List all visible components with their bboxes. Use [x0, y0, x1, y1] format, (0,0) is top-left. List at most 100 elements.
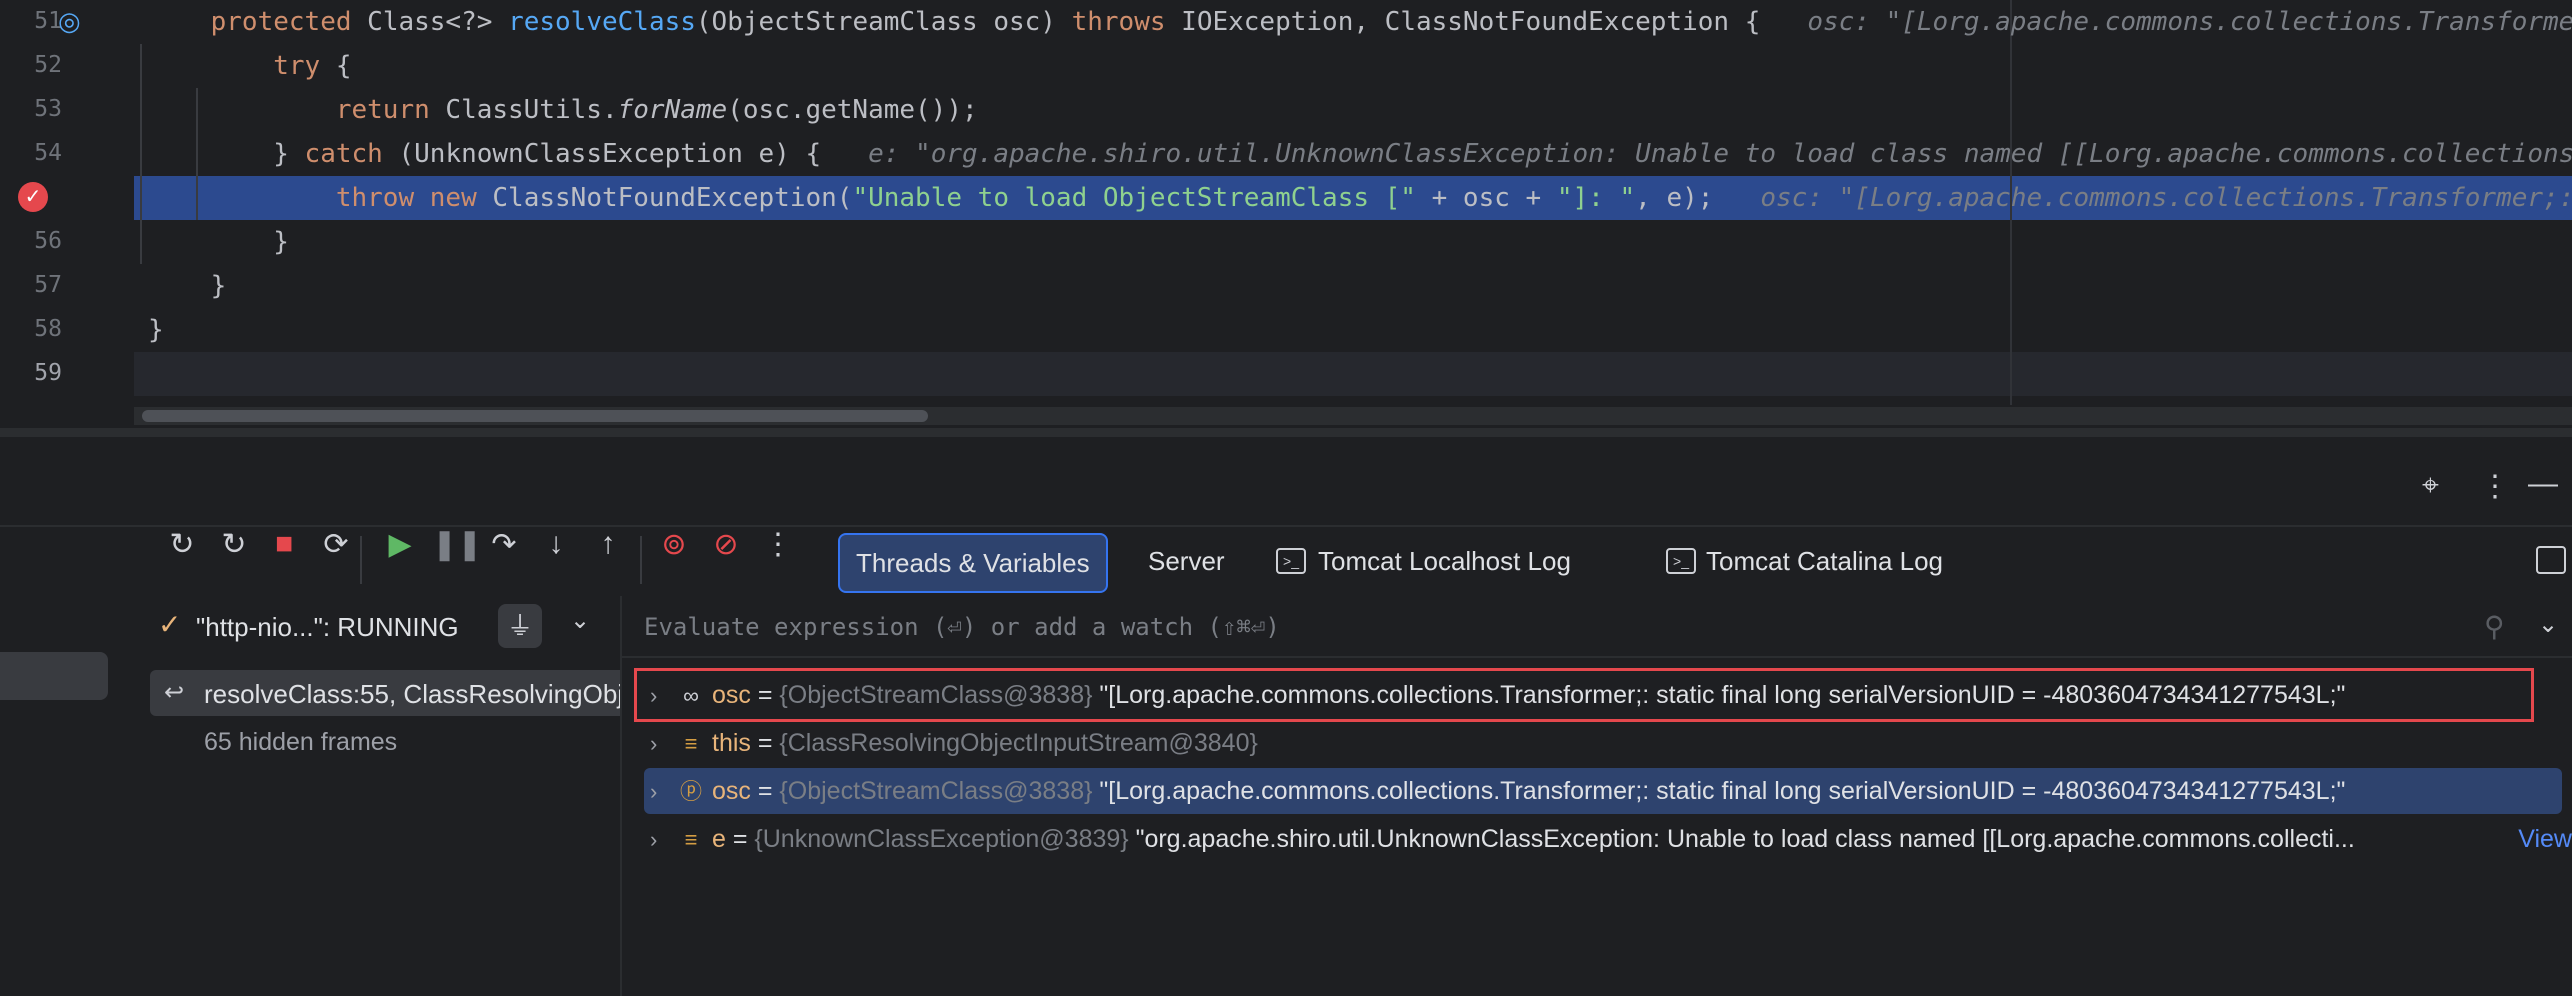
variable-value: "[Lorg.apache.commons.collections.Transf…: [1092, 681, 2346, 709]
editor-bottom-border: [0, 428, 2572, 437]
layout-icon[interactable]: [2536, 546, 2566, 574]
step-over-icon[interactable]: ↷: [484, 527, 524, 562]
code-token: try: [273, 51, 321, 81]
line-number[interactable]: 52: [12, 52, 62, 78]
more-options-icon[interactable]: ⋮: [2480, 469, 2510, 504]
variable-type: {UnknownClassException@3839}: [754, 825, 1129, 853]
line-number[interactable]: 58: [12, 316, 62, 342]
equals-sign: =: [750, 729, 780, 757]
variable-row[interactable]: › ≡ e = {UnknownClassException@3839} "org.…: [622, 816, 2572, 862]
step-into-icon[interactable]: ↓: [536, 527, 576, 561]
parameter-icon: ⓟ: [679, 779, 702, 804]
code-token: Class<?>: [351, 7, 509, 37]
restart-icon[interactable]: ⟳: [316, 527, 356, 562]
rerun-debug-icon[interactable]: ↻: [214, 527, 254, 562]
resume-icon[interactable]: ▶: [380, 527, 420, 562]
chevron-right-icon[interactable]: ›: [650, 769, 676, 814]
step-out-icon[interactable]: ↑: [588, 527, 628, 561]
chevron-right-icon[interactable]: ›: [650, 817, 676, 862]
line-number[interactable]: 51: [12, 8, 62, 34]
code-line[interactable]: }: [148, 308, 164, 352]
line-number[interactable]: 57: [12, 272, 62, 298]
code-line[interactable]: }: [148, 264, 227, 308]
line-number[interactable]: 56: [12, 228, 62, 254]
line-number[interactable]: 54: [12, 140, 62, 166]
pause-icon[interactable]: ❚❚: [432, 527, 482, 562]
watch-glasses-icon: ∞: [683, 683, 699, 708]
variable-name: this: [712, 729, 751, 757]
toolbar-divider: [360, 536, 362, 584]
code-token: catch: [304, 139, 383, 169]
variable-name: osc: [712, 681, 751, 709]
hidden-frames-label[interactable]: 65 hidden frames: [204, 728, 397, 757]
line-gutter[interactable]: 51 52 53 54 56 57 58 59: [0, 0, 134, 437]
tab-tomcat-catalina-log[interactable]: Tomcat Catalina Log: [1706, 533, 1943, 589]
variable-value: "[Lorg.apache.commons.collections.Transf…: [1092, 777, 2346, 805]
code-line[interactable]: } catch (UnknownClassException e) { e: "…: [148, 132, 2572, 176]
indent-guide: [140, 44, 142, 264]
equals-sign: =: [750, 681, 780, 709]
line-number[interactable]: 53: [12, 96, 62, 122]
panel-header: [0, 437, 2572, 527]
chevron-right-icon[interactable]: ›: [650, 673, 676, 718]
equals-sign: =: [725, 825, 755, 853]
code-token: new: [429, 183, 477, 213]
code-line[interactable]: throw new ClassNotFoundException("Unable…: [148, 176, 2572, 220]
override-icon[interactable]: ◎: [58, 6, 81, 37]
code-token: }: [148, 271, 227, 301]
thread-selector[interactable]: ✓ "http-nio...": RUNNING ⏚ ⌄: [134, 600, 614, 656]
stop-icon[interactable]: ■: [264, 527, 304, 561]
horizontal-scrollbar-thumb[interactable]: [142, 410, 928, 422]
tab-tomcat-localhost-log[interactable]: Tomcat Localhost Log: [1318, 533, 1571, 589]
code-token: "Unable to load ObjectStreamClass [": [852, 183, 1416, 213]
tab-threads-variables[interactable]: Threads & Variables: [838, 533, 1108, 593]
code-token: "]: ": [1556, 183, 1636, 213]
view-breakpoints-icon[interactable]: ⊚: [654, 527, 694, 562]
variable-name: osc: [712, 777, 751, 805]
code-token: ClassNotFoundException(: [476, 183, 853, 213]
code-token: + osc +: [1415, 183, 1557, 213]
filter-icon[interactable]: ⏚: [498, 604, 542, 648]
mute-breakpoints-icon[interactable]: ⊘: [706, 527, 746, 562]
locate-icon[interactable]: ⌖: [2422, 469, 2439, 503]
code-token: {: [320, 51, 352, 81]
tab-server[interactable]: Server: [1148, 533, 1225, 589]
code-token: osc: "[Lorg.apache.commons.collections.T…: [1760, 183, 2572, 213]
frame-return-icon: ↩: [164, 679, 185, 706]
field-icon: ≡: [684, 731, 698, 756]
console-icon: >_: [1666, 548, 1696, 574]
code-token: forName: [617, 95, 728, 125]
code-token: (ObjectStreamClass osc): [695, 7, 1072, 37]
rerun-icon[interactable]: ↻: [162, 527, 202, 562]
variable-row[interactable]: › ⓟ osc = {ObjectStreamClass@3838} "[Lorg.…: [644, 768, 2562, 814]
code-line[interactable]: return ClassUtils.forName(osc.getName())…: [148, 88, 978, 132]
variable-row[interactable]: › ≡ this = {ClassResolvingObjectInputStrea…: [622, 720, 2572, 766]
code-token: IOException, ClassNotFoundException {: [1165, 7, 1808, 37]
thread-label: "http-nio...": RUNNING: [196, 612, 459, 642]
line-number[interactable]: 59: [12, 360, 62, 386]
frame-item[interactable]: ↩ resolveClass:55, ClassResolvingObjectI…: [150, 670, 620, 716]
code-line[interactable]: protected Class<?> resolveClass(ObjectSt…: [148, 0, 2572, 44]
minimize-icon[interactable]: —: [2528, 467, 2558, 501]
left-tool-strip: [0, 596, 132, 996]
variable-row[interactable]: › ∞ osc = {ObjectStreamClass@3838} "[Lorg.…: [622, 672, 2572, 718]
code-line[interactable]: try {: [148, 44, 352, 88]
code-editor[interactable]: 51 52 53 54 56 57 58 59 protected Class<?> reso…: [0, 0, 2572, 437]
code-token: protected: [210, 7, 352, 37]
more-actions-icon[interactable]: ⋮: [758, 527, 798, 562]
view-link[interactable]: View: [2512, 816, 2572, 862]
variable-value: "org.apache.shiro.util.UnknownClassExcep…: [1128, 825, 2355, 853]
evaluate-expression-input[interactable]: Evaluate expression (⏎) or add a watch (…: [622, 600, 2572, 658]
add-watch-icon[interactable]: ⚲: [2484, 610, 2505, 643]
code-line[interactable]: }: [148, 220, 289, 264]
breakpoint-icon[interactable]: ✓: [18, 182, 48, 212]
variable-type: {ClassResolvingObjectInputStream@3840}: [779, 729, 1258, 757]
code-token: throws: [1071, 7, 1166, 37]
code-token: throw: [335, 183, 415, 213]
chevron-down-icon[interactable]: ⌄: [2538, 610, 2558, 639]
chevron-right-icon[interactable]: ›: [650, 721, 676, 766]
chevron-down-icon[interactable]: ⌄: [570, 606, 590, 635]
